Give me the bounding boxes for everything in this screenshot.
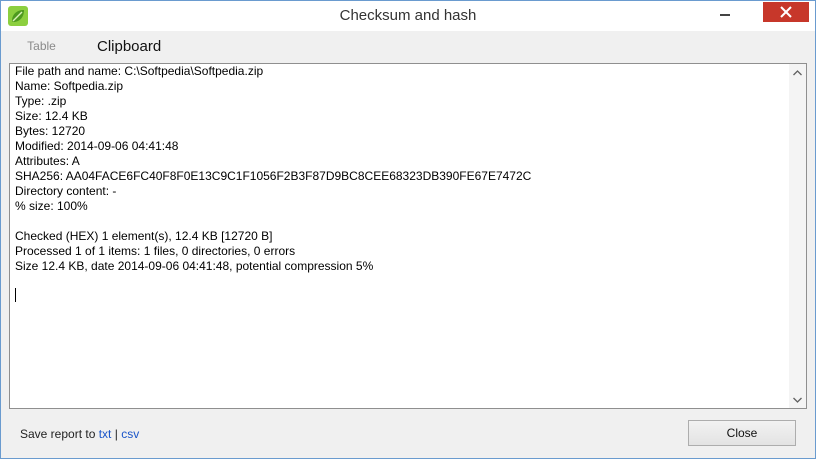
report-line: Attributes: A xyxy=(15,154,80,168)
report-line: Modified: 2014-09-06 04:41:48 xyxy=(15,139,179,153)
report-text: File path and name: C:\Softpedia\Softped… xyxy=(15,64,785,274)
report-line: SHA256: AA04FACE6FC40F8F0E13C9C1F1056F2B… xyxy=(15,169,532,183)
footer: Save report to txt | csv Close xyxy=(1,411,815,458)
close-window-button[interactable] xyxy=(763,2,809,22)
report-line: Name: Softpedia.zip xyxy=(15,79,124,93)
tab-clipboard[interactable]: Clipboard xyxy=(97,32,161,60)
link-separator: | xyxy=(111,427,122,441)
minimize-icon xyxy=(720,14,730,16)
scroll-down-button[interactable] xyxy=(789,391,806,408)
save-csv-link[interactable]: csv xyxy=(121,427,139,441)
report-line: % size: 100% xyxy=(15,199,88,213)
close-icon xyxy=(780,6,792,18)
vertical-scrollbar[interactable] xyxy=(789,64,806,408)
tab-table[interactable]: Table xyxy=(9,32,74,60)
scroll-up-button[interactable] xyxy=(789,64,806,81)
report-line: Size: 12.4 KB xyxy=(15,109,88,123)
title-bar[interactable]: Checksum and hash xyxy=(1,1,815,31)
minimize-button[interactable] xyxy=(713,2,737,22)
report-text-area[interactable]: File path and name: C:\Softpedia\Softped… xyxy=(9,63,807,409)
report-line: Size 12.4 KB, date 2014-09-06 04:41:48, … xyxy=(15,259,374,273)
window-title: Checksum and hash xyxy=(339,7,477,24)
report-line: Type: .zip xyxy=(15,94,67,108)
report-line: Processed 1 of 1 items: 1 files, 0 direc… xyxy=(15,244,296,258)
report-line xyxy=(15,214,785,229)
report-line: File path and name: C:\Softpedia\Softped… xyxy=(15,64,264,78)
report-line: Checked (HEX) 1 element(s), 12.4 KB [127… xyxy=(15,229,273,243)
chevron-down-icon xyxy=(793,397,802,403)
save-report-label: Save report to txt | csv xyxy=(20,427,139,441)
text-caret xyxy=(15,288,16,302)
checksum-window: Checksum and hash Table Clipboard File p… xyxy=(0,0,816,459)
save-txt-link[interactable]: txt xyxy=(99,427,112,441)
report-line: Bytes: 12720 xyxy=(15,124,86,138)
tab-bar: Table Clipboard xyxy=(1,32,815,62)
save-report-prefix: Save report to xyxy=(20,427,99,441)
chevron-up-icon xyxy=(793,69,802,75)
report-line: Directory content: - xyxy=(15,184,117,198)
close-button[interactable]: Close xyxy=(688,420,796,446)
